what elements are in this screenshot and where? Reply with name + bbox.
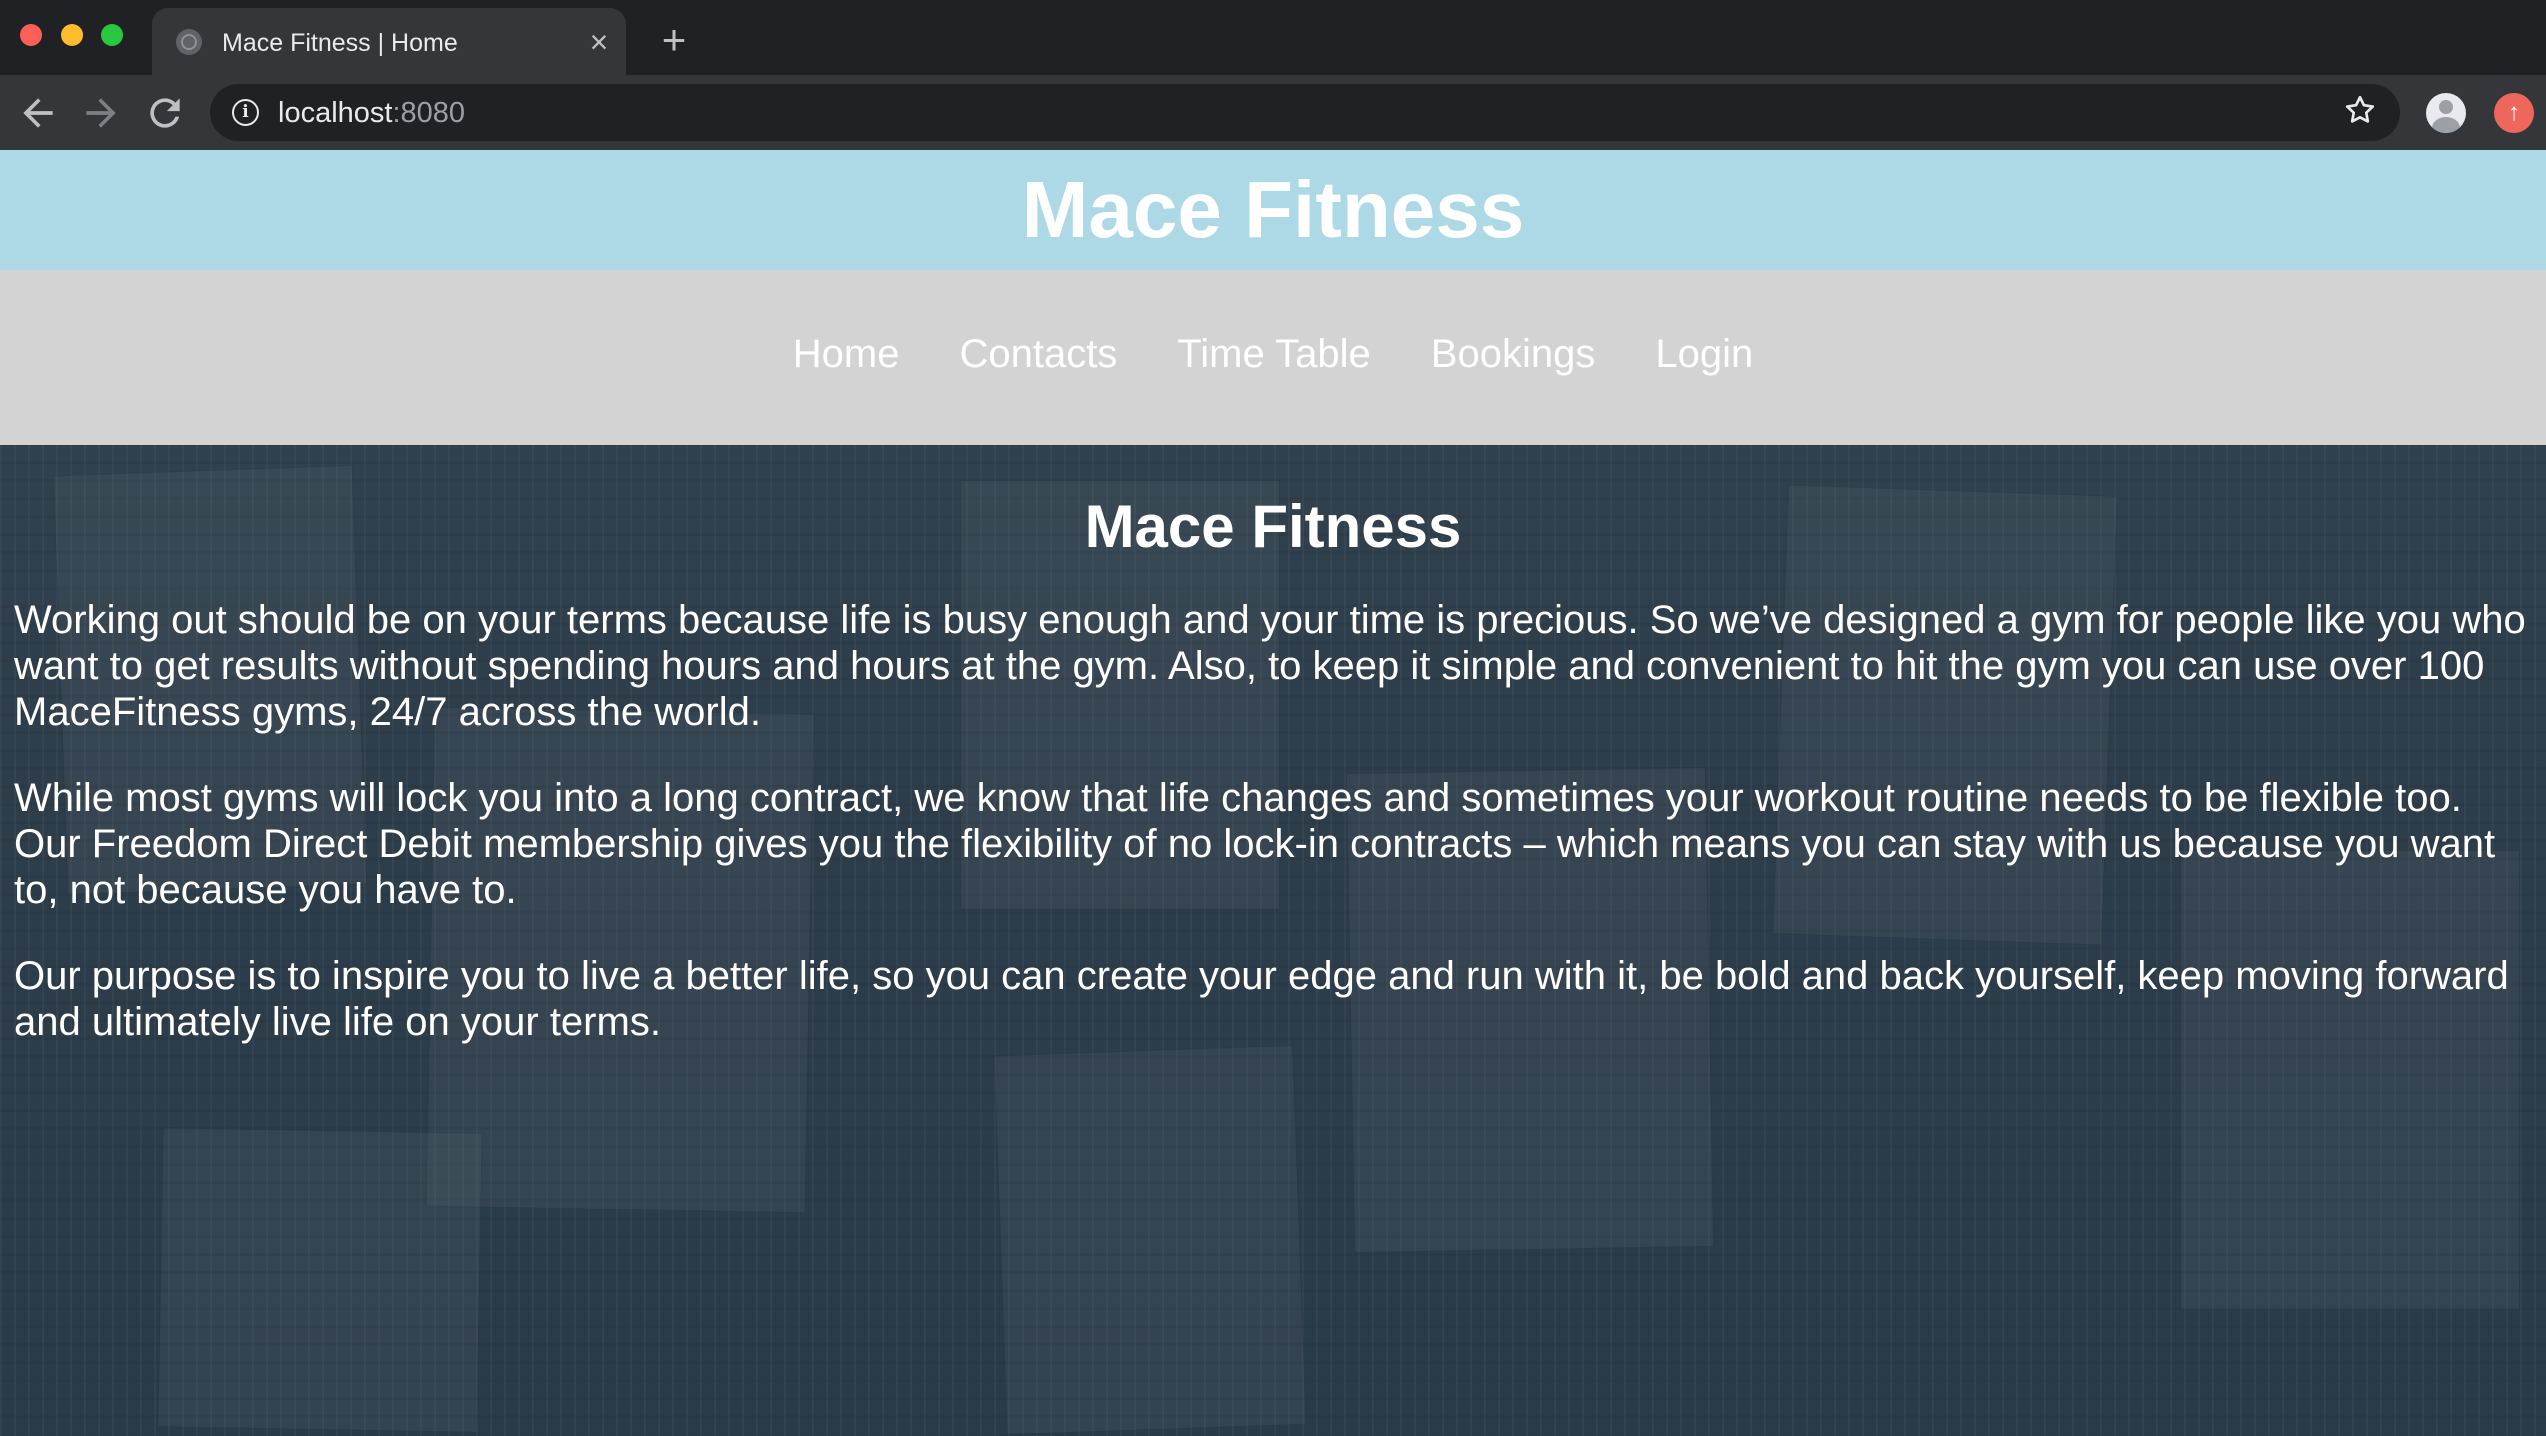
- arrow-left-icon[interactable]: [16, 91, 60, 135]
- address-bar[interactable]: i localhost:8080: [210, 84, 2400, 141]
- window-minimize-button[interactable]: [61, 24, 83, 46]
- info-icon[interactable]: i: [232, 99, 259, 126]
- browser-tab-active[interactable]: Mace Fitness | Home ×: [152, 8, 626, 75]
- contract-paragraph: While most gyms will lock you into a lon…: [14, 776, 2496, 912]
- globe-icon: [176, 29, 202, 55]
- profile-icon[interactable]: [2426, 93, 2466, 133]
- close-icon[interactable]: ×: [582, 25, 616, 59]
- update-icon[interactable]: ↑: [2494, 93, 2534, 133]
- window-zoom-button[interactable]: [101, 24, 123, 46]
- reload-icon[interactable]: [143, 91, 187, 135]
- window-close-button[interactable]: [20, 24, 42, 46]
- tab-title: Mace Fitness | Home: [222, 29, 458, 57]
- intro-paragraph: Working out should be on your terms beca…: [14, 598, 2526, 734]
- web-page: Mace Fitness Home Contacts Time Table Bo…: [0, 150, 2546, 1436]
- main-content: Mace Fitness Working out should be on yo…: [0, 445, 2546, 1045]
- url-host: localhost: [278, 97, 393, 129]
- nav-link-home[interactable]: Home: [763, 330, 930, 378]
- browser-toolbar: i localhost:8080 ↑: [0, 75, 2546, 150]
- url-port: :8080: [392, 97, 466, 129]
- arrow-right-icon[interactable]: [79, 91, 123, 135]
- nav-link-contacts[interactable]: Contacts: [929, 330, 1147, 378]
- plus-icon[interactable]: +: [654, 19, 694, 61]
- star-icon[interactable]: [2340, 92, 2380, 132]
- purpose-paragraph: Our purpose is to inspire you to live a …: [14, 954, 2509, 1044]
- page-heading: Mace Fitness: [1084, 493, 1462, 560]
- nav-link-bookings[interactable]: Bookings: [1401, 330, 1626, 378]
- nav-link-time-table[interactable]: Time Table: [1147, 330, 1400, 378]
- site-nav: Home Contacts Time Table Bookings Login: [0, 270, 2546, 445]
- url-text[interactable]: localhost:8080: [278, 97, 465, 129]
- site-header: Mace Fitness: [0, 150, 2546, 270]
- browser-tab-strip: Mace Fitness | Home × +: [0, 0, 2546, 75]
- site-title: Mace Fitness: [1021, 165, 1525, 254]
- nav-link-login[interactable]: Login: [1625, 330, 1783, 378]
